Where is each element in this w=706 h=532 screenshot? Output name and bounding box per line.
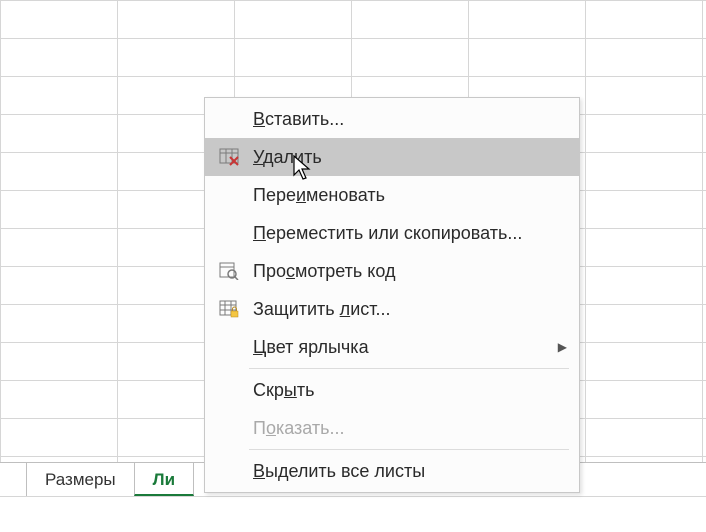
- menu-show-label: Показать...: [243, 418, 567, 439]
- sheet-tab-label: Ли: [153, 470, 175, 489]
- menu-protect-sheet[interactable]: Защитить лист...: [205, 290, 579, 328]
- menu-hide-label: Скрыть: [243, 380, 567, 401]
- menu-move-copy[interactable]: Переместить или скопировать...: [205, 214, 579, 252]
- sheet-context-menu: Вставить... Удалить Переименовать Переме…: [204, 97, 580, 493]
- menu-protect-label: Защитить лист...: [243, 299, 567, 320]
- menu-select-all-sheets[interactable]: Выделить все листы: [205, 452, 579, 490]
- menu-tab-color[interactable]: Цвет ярлычка ▶: [205, 328, 579, 366]
- menu-insert[interactable]: Вставить...: [205, 100, 579, 138]
- menu-tab-color-label: Цвет ярлычка: [243, 337, 558, 358]
- delete-sheet-icon: [215, 148, 243, 166]
- menu-delete[interactable]: Удалить: [205, 138, 579, 176]
- submenu-arrow-icon: ▶: [558, 340, 567, 354]
- menu-move-label: Переместить или скопировать...: [243, 223, 567, 244]
- menu-separator: [249, 449, 569, 450]
- protect-sheet-icon: [215, 300, 243, 318]
- menu-hide[interactable]: Скрыть: [205, 371, 579, 409]
- menu-view-code-label: Просмотреть код: [243, 261, 567, 282]
- tab-spacer: [0, 463, 26, 496]
- menu-delete-label: Удалить: [243, 147, 567, 168]
- sheet-tab-2-active[interactable]: Ли: [134, 462, 194, 496]
- menu-select-all-label: Выделить все листы: [243, 461, 567, 482]
- menu-view-code[interactable]: Просмотреть код: [205, 252, 579, 290]
- menu-separator: [249, 368, 569, 369]
- menu-rename-label: Переименовать: [243, 185, 567, 206]
- menu-show: Показать...: [205, 409, 579, 447]
- view-code-icon: [215, 262, 243, 280]
- sheet-tab-label: Размеры: [45, 470, 116, 489]
- sheet-tab-1[interactable]: Размеры: [26, 462, 135, 496]
- menu-insert-label: Вставить...: [243, 109, 567, 130]
- menu-rename[interactable]: Переименовать: [205, 176, 579, 214]
- status-bar: [0, 496, 706, 532]
